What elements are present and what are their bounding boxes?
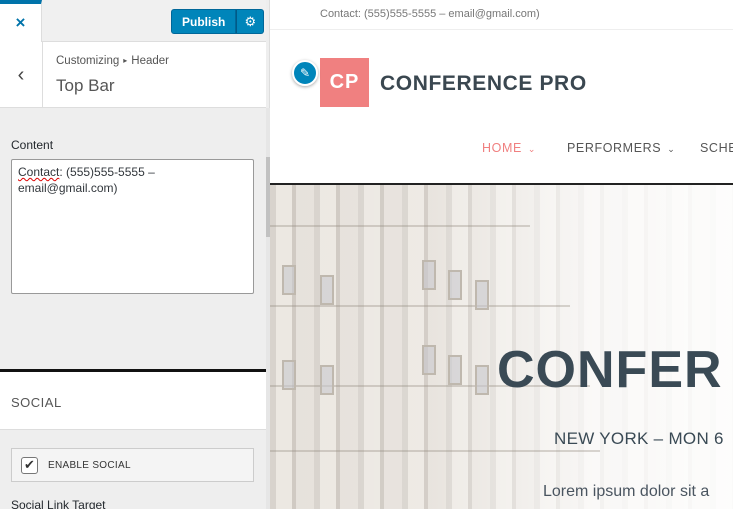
social-link-target-label: Social Link Target xyxy=(11,498,106,509)
building-window xyxy=(282,265,296,295)
content-textarea[interactable]: Contact: (555)555-5555 – email@gmail.com… xyxy=(11,159,254,294)
top-bar-contact-text: Contact: (555)555-5555 – email@gmail.com… xyxy=(320,8,540,20)
nav-label: SCHE xyxy=(700,141,733,155)
site-preview: Contact: (555)555-5555 – email@gmail.com… xyxy=(270,0,733,509)
chevron-left-icon: ‹ xyxy=(17,63,25,86)
hero-subtitle: NEW YORK – MON 6 xyxy=(554,429,724,448)
breadcrumb-separator-icon: ▸ xyxy=(123,56,128,65)
site-logo-mark[interactable]: CP xyxy=(320,58,369,107)
breadcrumb-parent: Header xyxy=(131,55,170,67)
building-window xyxy=(422,260,436,290)
social-section-header[interactable]: SOCIAL xyxy=(0,372,266,430)
building-window xyxy=(475,365,489,395)
back-button[interactable]: ‹ xyxy=(0,42,43,108)
nav-label: PERFORMERS xyxy=(567,141,662,155)
building-window xyxy=(422,345,436,375)
nav-label: HOME xyxy=(482,141,522,155)
building-window xyxy=(448,270,462,300)
enable-social-checkbox[interactable]: ✔ xyxy=(21,456,38,474)
building-window xyxy=(448,355,462,385)
misspelled-word: Contact xyxy=(18,165,60,179)
building-ledge xyxy=(270,305,570,307)
hero-title: CONFER xyxy=(497,341,723,399)
building-ledge xyxy=(270,225,530,227)
building-window xyxy=(320,365,334,395)
chevron-down-icon: ⌄ xyxy=(527,144,537,154)
section-title: Top Bar xyxy=(56,76,115,95)
logo-mark-text: CP xyxy=(329,71,360,93)
site-logo-text[interactable]: CONFERENCE PRO xyxy=(380,72,587,96)
hero-section: CONFER NEW YORK – MON 6 Lorem ipsum dolo… xyxy=(270,185,733,509)
enable-social-toggle[interactable]: ✔ ENABLE SOCIAL xyxy=(11,448,254,482)
content-label: Content xyxy=(11,138,54,152)
breadcrumb: Customizing ▸ Header xyxy=(56,55,169,67)
customizer-sidebar: × Publish ⚙ ‹ Customizing ▸ Header Top Bar… xyxy=(0,0,270,509)
building-window xyxy=(320,275,334,305)
edit-shortcut-button[interactable]: ✎ xyxy=(292,60,318,86)
checkmark-icon: ✔ xyxy=(24,457,35,472)
gear-icon: ⚙ xyxy=(244,13,257,29)
publish-group: Publish ⚙ xyxy=(171,9,265,34)
pencil-icon: ✎ xyxy=(299,66,311,80)
section-title-bar: ‹ Customizing ▸ Header Top Bar xyxy=(0,42,266,108)
close-icon: × xyxy=(15,13,26,32)
enable-social-label: ENABLE SOCIAL xyxy=(48,459,131,471)
hero-description: Lorem ipsum dolor sit a xyxy=(543,483,710,500)
building-window xyxy=(282,360,296,390)
close-customizer-button[interactable]: × xyxy=(0,0,42,42)
customizer-header: × Publish ⚙ xyxy=(0,0,266,42)
building-ledge xyxy=(270,450,600,452)
building-window xyxy=(475,280,489,310)
primary-nav: HOME ⌄ PERFORMERS ⌄ SCHE xyxy=(270,141,733,161)
nav-item-home[interactable]: HOME ⌄ xyxy=(482,141,536,155)
preview-top-bar: Contact: (555)555-5555 – email@gmail.com… xyxy=(270,0,733,30)
nav-item-schedule[interactable]: SCHE xyxy=(700,141,733,155)
publish-settings-button[interactable]: ⚙ xyxy=(236,9,265,34)
publish-button[interactable]: Publish xyxy=(171,9,237,34)
chevron-down-icon: ⌄ xyxy=(667,144,676,154)
breadcrumb-root: Customizing xyxy=(56,55,120,67)
social-section-title: SOCIAL xyxy=(11,395,62,410)
nav-item-performers[interactable]: PERFORMERS ⌄ xyxy=(567,141,675,155)
